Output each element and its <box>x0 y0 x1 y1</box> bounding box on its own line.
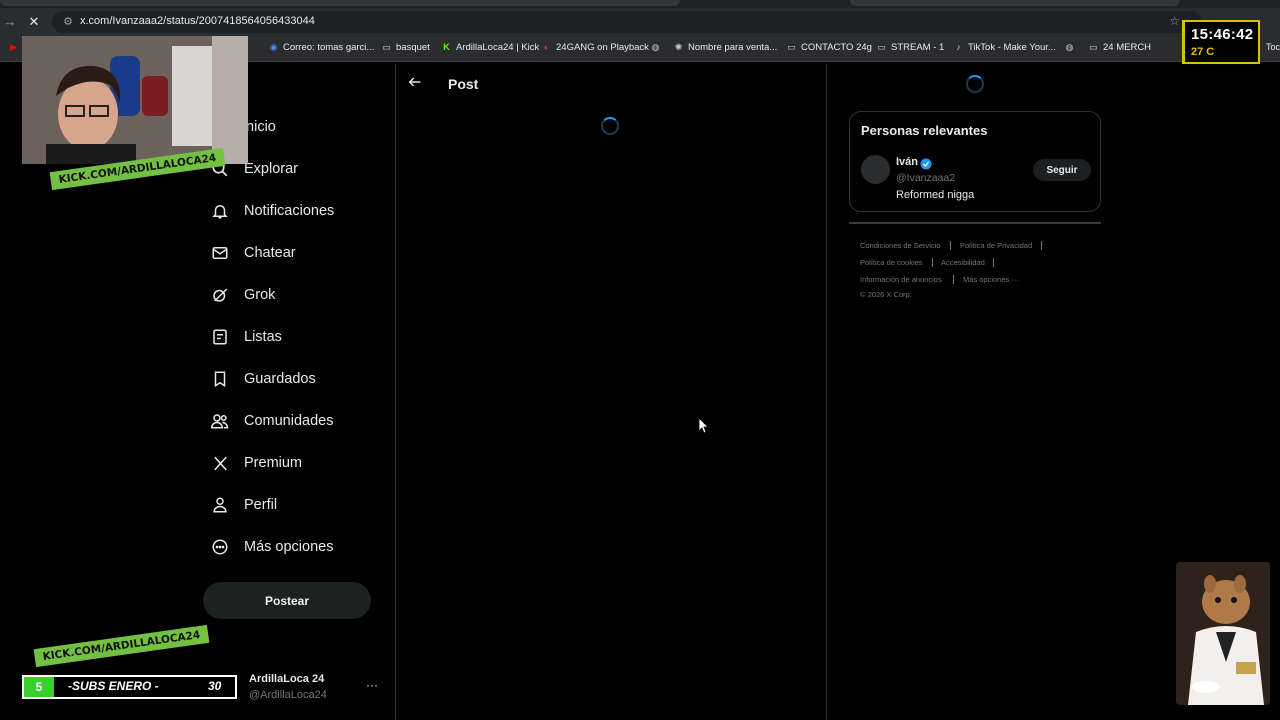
site-settings-icon[interactable]: ⚙ <box>60 14 76 30</box>
column-divider <box>395 64 396 720</box>
footer-separator <box>993 258 994 267</box>
footer-separator <box>932 258 933 267</box>
person-icon <box>210 495 230 515</box>
subs-label: -SUBS ENERO - <box>68 679 159 693</box>
copyright: © 2026 X Corp. <box>860 290 912 299</box>
bookmark-item[interactable]: ▭ 24 MERCH <box>1088 42 1151 53</box>
loading-spinner <box>966 75 984 93</box>
mouse-cursor-icon <box>698 417 709 434</box>
avatar[interactable] <box>861 155 890 184</box>
footer-link[interactable]: Política de Privacidad <box>960 241 1032 250</box>
footer-separator <box>950 241 951 250</box>
nav-item-mas-opciones[interactable]: Más opciones <box>210 532 333 562</box>
webcam-overlay <box>22 36 248 164</box>
footer-separator <box>1041 241 1042 250</box>
url-text: x.com/Ivanzaaa2/status/20074185640564330… <box>80 15 315 27</box>
webcam-image <box>22 36 248 164</box>
clock-time: 15:46:42 <box>1191 26 1254 43</box>
nav-item-grok[interactable]: Grok <box>210 280 275 310</box>
nav-item-listas[interactable]: Listas <box>210 322 282 352</box>
bookmark-item[interactable]: ▭ basquet <box>381 42 430 53</box>
nav-item-comunidades[interactable]: Comunidades <box>210 406 333 436</box>
relevant-people-card: Personas relevantes Iván @Ivanzaaa2 Refo… <box>849 111 1101 212</box>
bell-icon <box>210 201 230 221</box>
folder-icon: ▭ <box>382 42 391 52</box>
forward-icon[interactable]: → <box>2 14 18 30</box>
verified-badge-icon <box>920 157 932 170</box>
people-icon <box>210 411 230 431</box>
column-divider <box>826 64 827 720</box>
loading-spinner <box>601 117 619 135</box>
x-logo-icon <box>210 453 230 473</box>
kick-icon: K <box>443 42 450 52</box>
footer-link[interactable]: Condiciones de Servicio <box>860 241 940 250</box>
tab-strip <box>0 0 1280 8</box>
subs-goal: 30 <box>208 679 222 693</box>
page-title: Post <box>448 76 479 92</box>
mail-icon <box>210 243 230 263</box>
stop-loading-icon[interactable]: ✕ <box>26 14 42 30</box>
clock-temperature: 27 C <box>1191 46 1215 58</box>
kick-url-banner: KICK.COM/ARDILLALOCA24 <box>33 624 210 668</box>
mail-icon: ◉ <box>269 42 278 52</box>
subs-count: 5 <box>24 677 54 697</box>
globe-icon: ◍ <box>651 42 660 52</box>
account-handle: @ArdillaLoca24 <box>249 689 327 701</box>
footer-link[interactable]: Accesibilidad <box>941 258 985 267</box>
nav-item-guardados[interactable]: Guardados <box>210 364 316 394</box>
bookmark-overflow[interactable]: Toc <box>1266 42 1280 52</box>
omnibox[interactable]: ⚙ x.com/Ivanzaaa2/status/200741856405643… <box>52 11 1202 33</box>
nav-item-chatear[interactable]: Chatear <box>210 238 296 268</box>
bookmark-item[interactable]: ✺ Nombre para venta... <box>673 42 778 53</box>
postear-button[interactable]: Postear <box>203 582 371 619</box>
footer-link[interactable]: Política de cookies <box>860 258 923 267</box>
globe-icon: ◍ <box>1065 42 1074 52</box>
user-bio: Reformed nigga <box>896 189 975 201</box>
nav-item-premium[interactable]: Premium <box>210 448 302 478</box>
section-divider <box>849 222 1101 224</box>
bookmark-icon <box>210 369 230 389</box>
relevant-people-heading: Personas relevantes <box>861 123 988 138</box>
nav-item-notificaciones[interactable]: Notificaciones <box>210 196 334 226</box>
bookmark-item[interactable]: ◐ 24GANG on Playback <box>541 42 649 53</box>
bookmark-item[interactable]: ▭ CONTACTO 24g <box>786 42 872 53</box>
footer-separator <box>953 275 954 284</box>
account-more-button[interactable]: ··· <box>366 678 378 692</box>
address-bar-row: → ✕ ⚙ x.com/Ivanzaaa2/status/20074185640… <box>0 8 1280 36</box>
bookmark-item[interactable]: ◍ <box>1064 42 1075 53</box>
playback-icon: ◐ <box>543 42 550 52</box>
footer-link[interactable]: Información de anuncios <box>860 275 942 284</box>
folder-icon: ▭ <box>1089 42 1098 52</box>
grok-icon <box>210 285 230 305</box>
bookmark-item[interactable]: ◍ <box>650 42 661 53</box>
clock-overlay: 15:46:42 27 C <box>1182 20 1260 64</box>
subs-goal-bar: 5 -SUBS ENERO - 30 <box>22 675 237 699</box>
youtube-icon: ▶ <box>10 42 17 52</box>
more-circle-icon <box>210 537 230 557</box>
bookmark-item[interactable]: ♪ TikTok - Make Your... <box>953 42 1056 53</box>
tiktok-icon: ♪ <box>956 42 961 52</box>
squirrel-mascot-image <box>1176 562 1270 705</box>
bookmark-item[interactable]: K ArdillaLoca24 | Kick <box>441 42 539 53</box>
user-name[interactable]: Iván <box>896 156 918 168</box>
bookmark-star-icon[interactable]: ☆ <box>1169 14 1180 28</box>
folder-icon: ▭ <box>877 42 886 52</box>
back-arrow-icon[interactable] <box>407 74 425 92</box>
bookmark-item[interactable]: ▶ <box>8 42 19 53</box>
nav-item-perfil[interactable]: Perfil <box>210 490 277 520</box>
bookmark-item[interactable]: ◉ Correo: tomas garci... <box>268 42 375 53</box>
folder-icon: ▭ <box>787 42 796 52</box>
openai-icon: ✺ <box>674 42 683 52</box>
follow-button[interactable]: Seguir <box>1033 159 1091 181</box>
bookmark-item[interactable]: ▭ STREAM - 1 <box>876 42 944 53</box>
user-handle: @Ivanzaaa2 <box>896 172 956 184</box>
footer-link[interactable]: Más opciones ··· <box>963 275 1019 284</box>
list-icon <box>210 327 230 347</box>
account-name[interactable]: ArdillaLoca 24 <box>249 673 324 685</box>
